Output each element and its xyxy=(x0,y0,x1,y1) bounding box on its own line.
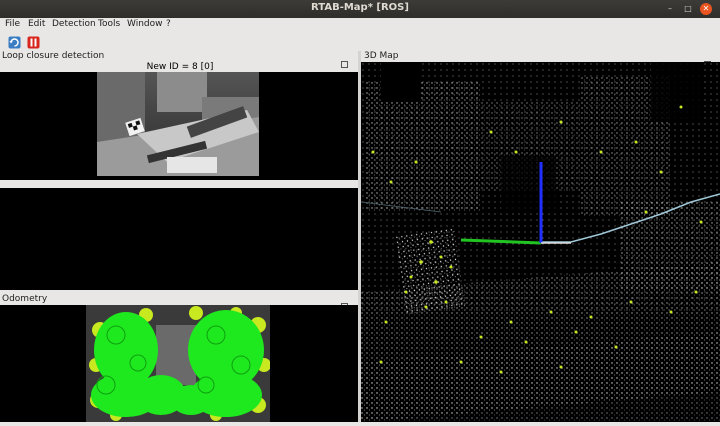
loop-closure-dock-buttons[interactable] xyxy=(341,53,355,87)
close-icon[interactable]: ✕ xyxy=(700,3,712,15)
menu-detection[interactable]: Detection xyxy=(52,19,96,29)
map3d-view[interactable] xyxy=(360,62,720,422)
loop-closure-camera-image xyxy=(97,72,259,176)
odometry-dock-buttons[interactable] xyxy=(341,295,355,329)
menu-tools[interactable]: Tools xyxy=(98,19,120,29)
map3d-dock-buttons[interactable] xyxy=(704,53,718,87)
maximize-icon[interactable]: □ xyxy=(682,3,694,15)
odometry-feature-image xyxy=(86,305,271,422)
menu-file[interactable]: File xyxy=(5,19,20,29)
main-toolbar xyxy=(0,32,720,50)
minimize-icon[interactable]: – xyxy=(664,3,676,15)
new-id-label: New ID = 8 [0] xyxy=(146,62,214,72)
menu-help[interactable]: ? xyxy=(166,19,171,29)
window-titlebar[interactable]: RTAB-Map* [ROS] – □ ✕ xyxy=(0,0,720,18)
loop-closure-panel-title: Loop closure detection xyxy=(2,51,105,61)
menu-edit[interactable]: Edit xyxy=(28,19,45,29)
window-title: RTAB-Map* [ROS] xyxy=(311,2,409,13)
refresh-icon[interactable] xyxy=(8,34,21,49)
menu-window[interactable]: Window xyxy=(127,19,163,29)
pause-icon[interactable] xyxy=(27,34,40,49)
menu-bar: File Edit Detection Tools Window ? xyxy=(0,18,720,32)
loop-closure-match-view xyxy=(0,188,358,290)
